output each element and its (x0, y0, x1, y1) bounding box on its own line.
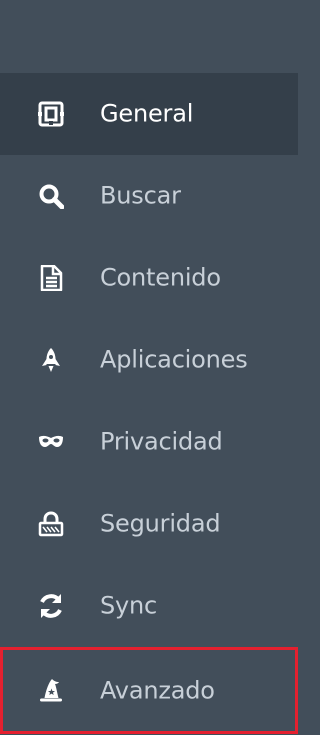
sidebar-item-label: General (100, 99, 194, 128)
sidebar-item-label: Sync (100, 591, 158, 620)
sidebar-item-label: Avanzado (100, 675, 215, 704)
preferences-sidebar: General Buscar Contenido Aplicaciones Pr… (0, 0, 298, 735)
wizard-hat-icon (38, 678, 64, 704)
sidebar-item-label: Seguridad (100, 509, 221, 538)
sidebar-item-label: Aplicaciones (100, 345, 248, 374)
sidebar-item-sync[interactable]: Sync (0, 565, 298, 647)
sidebar-item-avanzado[interactable]: Avanzado (0, 647, 298, 734)
sidebar-item-label: Privacidad (100, 427, 223, 456)
sidebar-item-label: Buscar (100, 181, 181, 210)
search-icon (38, 183, 64, 209)
sidebar-item-general[interactable]: General (0, 73, 298, 155)
lock-icon (38, 511, 64, 537)
sidebar-item-contenido[interactable]: Contenido (0, 237, 298, 319)
sidebar-item-buscar[interactable]: Buscar (0, 155, 298, 237)
sidebar-item-seguridad[interactable]: Seguridad (0, 483, 298, 565)
sidebar-item-label: Contenido (100, 263, 221, 292)
mask-icon (38, 429, 64, 455)
document-icon (38, 265, 64, 291)
rocket-icon (38, 347, 64, 373)
general-icon (38, 101, 64, 127)
preferences-nav: General Buscar Contenido Aplicaciones Pr… (0, 73, 298, 734)
sidebar-item-aplicaciones[interactable]: Aplicaciones (0, 319, 298, 401)
sync-icon (38, 593, 64, 619)
sidebar-item-privacidad[interactable]: Privacidad (0, 401, 298, 483)
